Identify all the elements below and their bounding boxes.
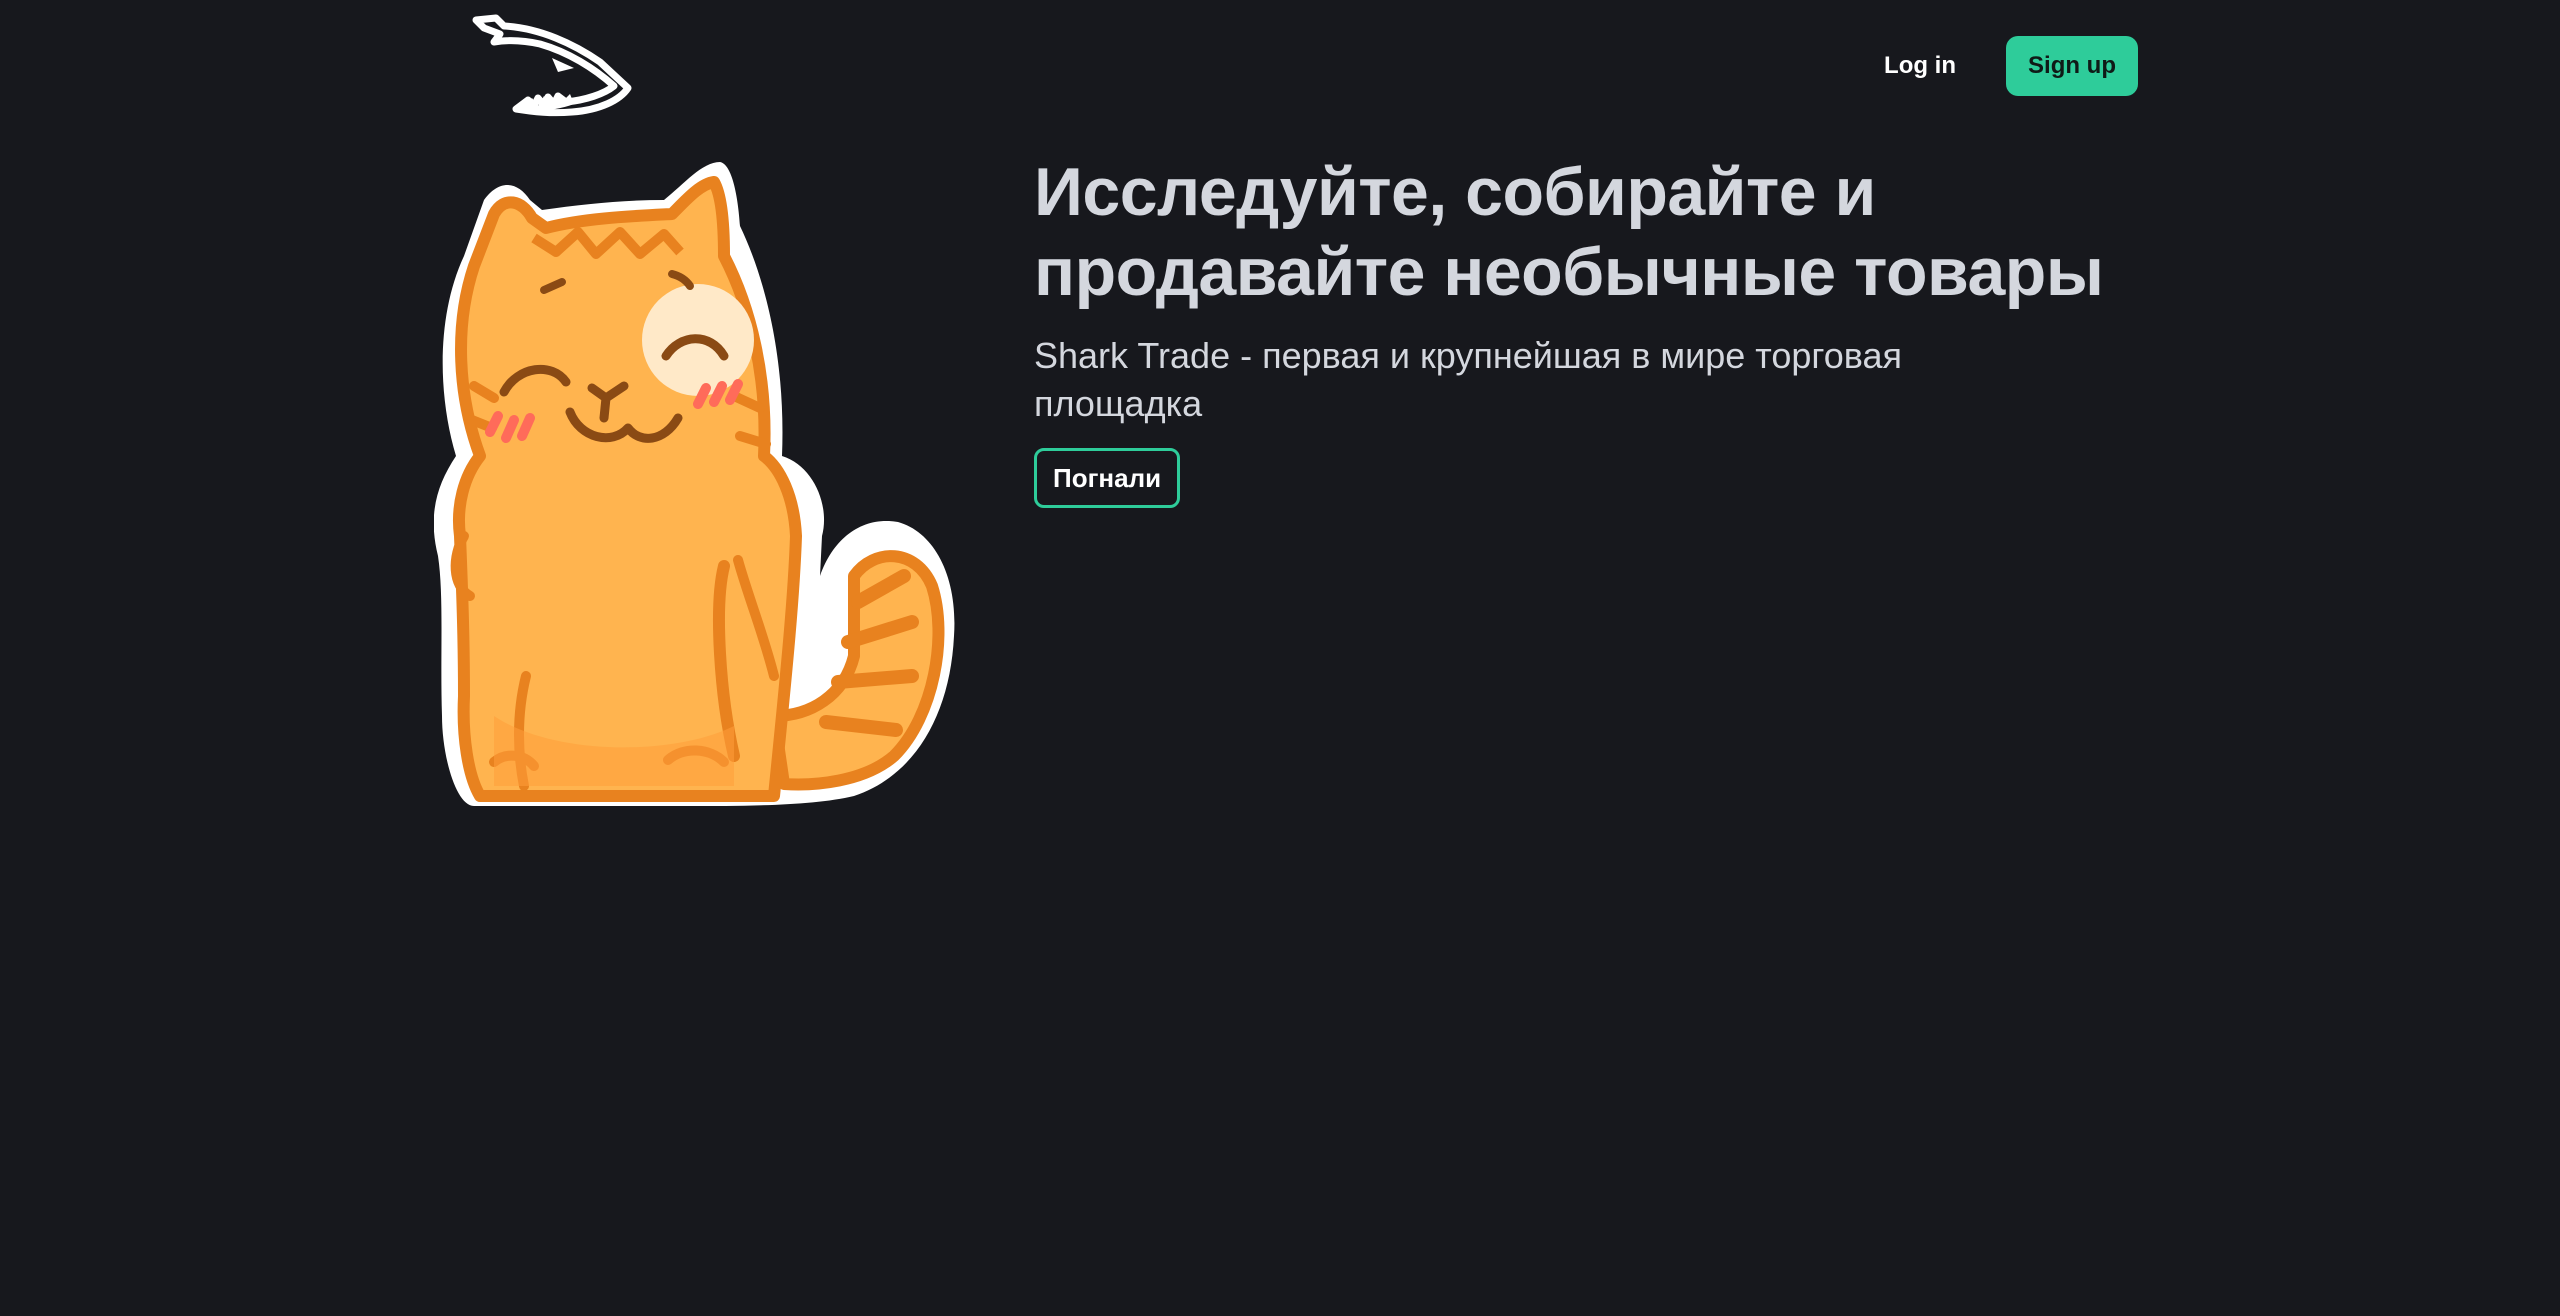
landing-page: Log in Sign up Исследуйте, собирайте и п… <box>0 0 2560 1316</box>
get-started-button[interactable]: Погнали <box>1034 448 1181 508</box>
orange-cat-illustration <box>434 162 955 806</box>
signup-button[interactable]: Sign up <box>2006 36 2138 96</box>
auth-actions: Log in Sign up <box>1874 36 2138 96</box>
hero-title: Исследуйте, собирайте и продавайте необы… <box>1034 154 2104 310</box>
shark-logo-icon[interactable] <box>470 14 636 120</box>
hero-subtitle: Shark Trade - первая и крупнейшая в мире… <box>1034 335 1903 424</box>
login-link[interactable]: Log in <box>1874 42 1966 90</box>
hero-section: Исследуйте, собирайте и продавайте необы… <box>1034 152 2164 508</box>
